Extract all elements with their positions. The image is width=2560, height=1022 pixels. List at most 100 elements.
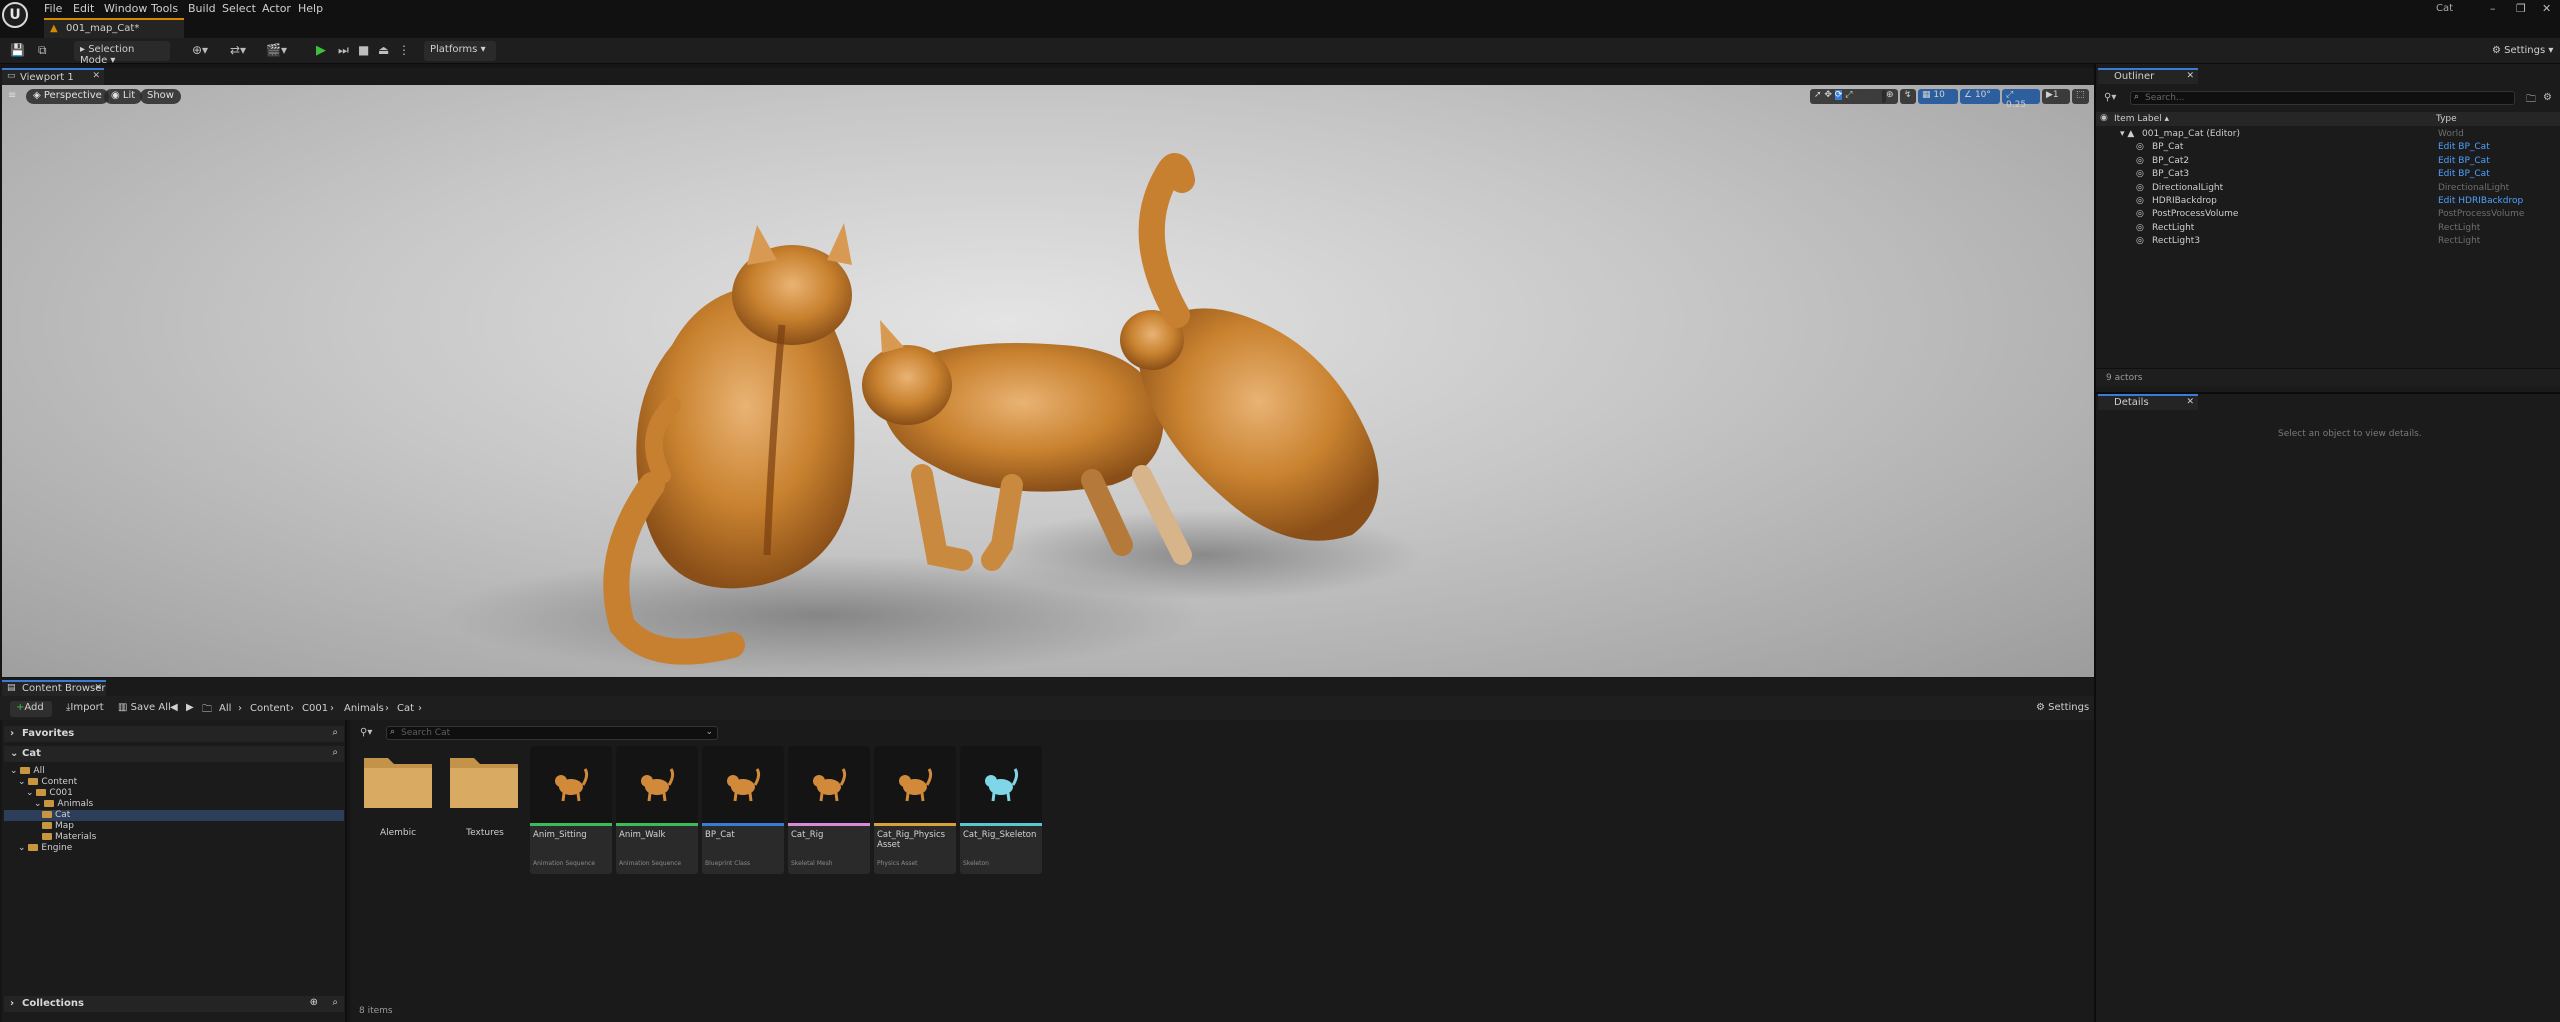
breadcrumb-all[interactable]: All	[219, 703, 231, 714]
cat-tail-raised[interactable]	[1120, 153, 1379, 541]
folder-icon[interactable]	[448, 750, 520, 810]
search-icon[interactable]: ⌕	[332, 747, 338, 758]
settings-dropdown[interactable]: ⚙ Settings ▾	[2492, 45, 2553, 56]
folder-icon[interactable]	[362, 750, 434, 810]
scale-tool-icon[interactable]: ⤢	[1845, 90, 1852, 100]
menu-help[interactable]: Help	[298, 2, 323, 15]
asset-tile[interactable]: BP_Cat Blueprint Class	[702, 746, 784, 874]
maximize-icon[interactable]: ❐	[2516, 2, 2526, 15]
outliner-row[interactable]: ◎ RectLight RectLight	[2096, 222, 2560, 235]
outliner-row[interactable]: ◎ RectLight3 RectLight	[2096, 235, 2560, 248]
edit-blueprint-link[interactable]: Edit BP_Cat	[2438, 169, 2490, 179]
surface-snap-icon[interactable]: ↯	[1900, 89, 1916, 104]
history-forward-icon[interactable]: ▶	[186, 702, 194, 713]
close-window-icon[interactable]: ✕	[2542, 2, 2551, 15]
edit-blueprint-link[interactable]: Edit BP_Cat	[2438, 156, 2490, 166]
content-browser-tab[interactable]: ▤ Content Browser ✕	[2, 680, 106, 696]
chevron-down-icon[interactable]: ⌄	[10, 766, 20, 776]
close-tab-icon[interactable]: ✕	[94, 683, 102, 693]
tree-folder-engine[interactable]: ⌄ Engine	[4, 843, 344, 854]
menu-actor[interactable]: Actor	[262, 2, 291, 15]
close-tab-icon[interactable]: ✕	[2186, 397, 2194, 407]
chevron-down-icon[interactable]: ⌄	[26, 788, 36, 798]
chevron-down-icon[interactable]: ⌄	[34, 799, 44, 809]
camera-speed-button[interactable]: ▶1	[2042, 89, 2070, 104]
outliner-row[interactable]: ◎ HDRIBackdrop Edit HDRIBackdrop	[2096, 195, 2560, 208]
chevron-down-icon[interactable]: ⌄	[18, 777, 28, 787]
col-item-label[interactable]: Item Label ▴	[2114, 114, 2169, 124]
tree-folder-map[interactable]: Map	[4, 821, 344, 832]
details-tab[interactable]: Details ✕	[2098, 394, 2198, 410]
project-tree-header[interactable]: ⌄ Cat ⌕	[4, 746, 344, 762]
select-tool-icon[interactable]: ➚	[1814, 90, 1824, 100]
asset-tile[interactable]: Anim_Sitting Animation Sequence	[530, 746, 612, 874]
outliner-tab[interactable]: Outliner ✕	[2098, 68, 2198, 84]
asset-tile[interactable]: Cat_Rig_Physics Asset Physics Asset	[874, 746, 956, 874]
rotate-tool-icon[interactable]: ⟳	[1834, 90, 1843, 100]
menu-file[interactable]: File	[44, 2, 62, 15]
outliner-world-row[interactable]: ▾ ▲ 001_map_Cat (Editor) World	[2096, 128, 2560, 141]
world-space-icon[interactable]: ⊕	[1882, 89, 1898, 104]
minimize-icon[interactable]: –	[2490, 2, 2496, 15]
grid-snap-toggle[interactable]: ▦ 10	[1918, 89, 1958, 104]
content-icon[interactable]: ⧉	[38, 43, 47, 58]
favorites-header[interactable]: › Favorites ⌕	[4, 726, 344, 742]
content-browser-settings-button[interactable]: ⚙ Settings	[2036, 702, 2089, 713]
stop-icon[interactable]: ■	[358, 43, 369, 57]
cinematics-icon[interactable]: 🎬▾	[266, 43, 287, 57]
tree-folder-animals[interactable]: ⌄ Animals	[4, 799, 344, 810]
menu-window[interactable]: Window	[104, 2, 147, 15]
outliner-row[interactable]: ◎ DirectionalLight DirectionalLight	[2096, 182, 2560, 195]
show-button[interactable]: Show	[140, 89, 181, 104]
platforms-dropdown[interactable]: Platforms ▾	[424, 41, 496, 61]
save-icon[interactable]: 💾	[10, 43, 25, 57]
import-button[interactable]: ⤓Import	[66, 702, 104, 713]
maximize-viewport-icon[interactable]: ⬚	[2072, 89, 2089, 104]
asset-search-input[interactable]: ⌕ Search Cat ⌄	[386, 726, 718, 740]
move-tool-icon[interactable]: ✥	[1824, 90, 1834, 100]
search-icon[interactable]: ⌕	[332, 997, 338, 1008]
outliner-row[interactable]: ◎ PostProcessVolume PostProcessVolume	[2096, 208, 2560, 221]
add-button[interactable]: +Add	[10, 701, 52, 717]
asset-tile[interactable]: Cat_Rig_Skeleton Skeleton	[960, 746, 1042, 874]
viewport-tab[interactable]: ▭ Viewport 1 ✕	[2, 68, 104, 85]
eject-icon[interactable]: ⏏	[378, 43, 389, 57]
lit-button[interactable]: ◉ Lit	[104, 89, 143, 104]
chevron-down-icon[interactable]: ⌄	[705, 727, 713, 737]
close-tab-icon[interactable]: ✕	[92, 71, 100, 81]
breadcrumb-cat[interactable]: Cat	[397, 703, 414, 714]
breadcrumb-content[interactable]: Content	[250, 703, 290, 714]
add-folder-icon[interactable]: 🗀	[2526, 92, 2536, 109]
filter-icon[interactable]: ⚲▾	[360, 727, 372, 738]
tree-folder-materials[interactable]: Materials	[4, 832, 344, 843]
menu-edit[interactable]: Edit	[73, 2, 94, 15]
breadcrumb-c001[interactable]: C001	[302, 703, 328, 714]
transform-tools[interactable]: ➚ ✥ ⟳ ⤢	[1810, 89, 1886, 104]
menu-build[interactable]: Build	[188, 2, 216, 15]
outliner-search-input[interactable]: ⌕ Search...	[2130, 91, 2515, 105]
chevron-down-icon[interactable]: ⌄	[18, 843, 28, 853]
search-icon[interactable]: ⌕	[332, 727, 338, 738]
filter-icon[interactable]: ⚲▾	[2104, 92, 2116, 103]
perspective-button[interactable]: ◈ Perspective	[26, 89, 109, 104]
edit-blueprint-link[interactable]: Edit BP_Cat	[2438, 142, 2490, 152]
breadcrumb-animals[interactable]: Animals	[344, 703, 384, 714]
tree-folder-content[interactable]: ⌄ Content	[4, 777, 344, 788]
level-tab[interactable]: ▲ 001_map_Cat*	[44, 18, 184, 38]
tree-folder-cat[interactable]: Cat	[4, 810, 344, 821]
level-viewport[interactable]	[2, 85, 2094, 677]
collections-header[interactable]: › Collections ⊕ ⌕	[4, 996, 344, 1012]
play-icon[interactable]: ▶	[316, 43, 326, 58]
outliner-row[interactable]: ◎ BP_Cat Edit BP_Cat	[2096, 141, 2560, 154]
asset-tile[interactable]: Anim_Walk Animation Sequence	[616, 746, 698, 874]
save-all-button[interactable]: ▥ Save All	[118, 702, 171, 713]
tree-folder-c001[interactable]: ⌄ C001	[4, 788, 344, 799]
asset-tile[interactable]: Cat_Rig Skeletal Mesh	[788, 746, 870, 874]
blueprint-icon[interactable]: ⇄▾	[230, 43, 246, 57]
scale-snap-toggle[interactable]: ⤢ 0.25	[2002, 89, 2040, 110]
selection-mode-dropdown[interactable]: ▸ Selection Mode ▾	[74, 41, 170, 66]
close-tab-icon[interactable]: ✕	[2186, 71, 2194, 81]
viewport-menu-icon[interactable]: ≡	[8, 90, 16, 101]
outliner-row[interactable]: ◎ BP_Cat2 Edit BP_Cat	[2096, 155, 2560, 168]
play-options-icon[interactable]: ⋮	[398, 43, 410, 57]
